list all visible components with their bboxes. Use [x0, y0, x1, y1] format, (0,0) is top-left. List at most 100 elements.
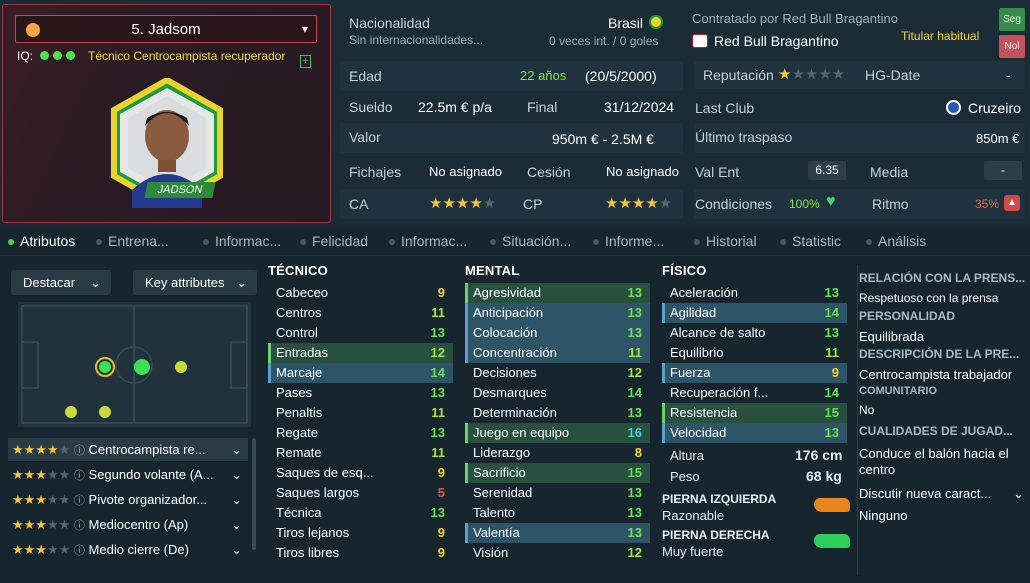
attr-row[interactable]: Equilibrio 11 [662, 343, 847, 363]
transfer-label: Fichajes [349, 164, 402, 180]
attr-name: Agilidad [670, 305, 717, 320]
attr-row[interactable]: Fuerza 9 [662, 363, 847, 383]
last-club-value[interactable]: Cruzeiro [968, 100, 1021, 116]
attr-value: 9 [831, 365, 839, 380]
tab-atributos[interactable]: Atributos [8, 233, 75, 249]
attr-row[interactable]: Anticipación 13 [465, 303, 650, 323]
attr-value: 13 [824, 425, 839, 440]
attr-row[interactable]: Alcance de salto 13 [662, 323, 847, 343]
attr-name: Colocación [473, 325, 538, 340]
tab-informacion-2[interactable]: Informac... [389, 233, 467, 249]
tab-label: Informac... [215, 233, 282, 249]
tab-analisis[interactable]: Análisis [866, 233, 926, 249]
attr-row[interactable]: Entradas 12 [268, 343, 453, 363]
attr-row[interactable]: Agresividad 13 [465, 283, 650, 303]
attr-row[interactable]: Tiros lejanos 9 [268, 523, 453, 543]
tab-historial[interactable]: Historial [694, 233, 757, 249]
wage-value: 22.5m € p/a [418, 99, 492, 115]
value-label: Valor [349, 129, 381, 145]
attr-row[interactable]: Determinación 13 [465, 403, 650, 423]
attr-name: Liderazgo [473, 445, 531, 460]
technical-title: TÉCNICO [268, 263, 328, 278]
club-name[interactable]: Red Bull Bragantino [714, 33, 839, 49]
attr-row[interactable]: Penaltis 11 [268, 403, 453, 423]
attr-row[interactable]: Marcaje 14 [268, 363, 453, 383]
chevron-down-icon: ⌄ [231, 517, 242, 532]
attr-row[interactable]: Pases 13 [268, 383, 453, 403]
key-attributes-dropdown[interactable]: Key attributes ⌄ [133, 270, 257, 295]
attr-row[interactable]: Juego en equipo 16 [465, 423, 650, 443]
roles-scrollbar[interactable] [252, 438, 256, 550]
media-value: - [984, 161, 1022, 180]
chevron-down-icon: ⌄ [231, 467, 242, 482]
seg-button[interactable]: Seg [999, 8, 1025, 31]
tab-statistic[interactable]: Statistic [780, 233, 841, 249]
attr-name: Serenidad [473, 485, 533, 500]
attr-name: Cabeceo [276, 285, 329, 300]
role-row[interactable]: ★★★★★ ⓘ Pivote organizador... ⌄ [8, 488, 248, 511]
add-icon[interactable]: + [300, 55, 311, 68]
attr-value: 13 [430, 425, 445, 440]
nol-button[interactable]: Nol [999, 35, 1025, 58]
attr-name: Técnica [276, 505, 322, 520]
attr-row[interactable]: Concentración 11 [465, 343, 650, 363]
discuss-trait-dropdown[interactable]: Discutir nueva caract... ⌄ [859, 486, 1024, 501]
role-row[interactable]: ★★★★★ ⓘ Centrocampista re... ⌄ [8, 438, 248, 461]
attr-row[interactable]: Resistencia 15 [662, 403, 847, 423]
attr-name: Marcaje [276, 365, 323, 380]
attr-row[interactable]: Talento 13 [465, 503, 650, 523]
attr-row[interactable]: Velocidad 13 [662, 423, 847, 443]
tab-informe[interactable]: Informe... [593, 233, 664, 249]
loan-label: Cesión [527, 164, 571, 180]
attr-row[interactable]: Saques largos 5 [268, 483, 453, 503]
attr-row[interactable]: Aceleración 13 [662, 283, 847, 303]
physical-attributes: FÍSICO Aceleración 13 Agilidad 14 Alcance … [662, 263, 847, 443]
description-heading: DESCRIPCIÓN DE LA PRE... [859, 347, 1020, 361]
attr-row[interactable]: Colocación 13 [465, 323, 650, 343]
attr-name: Regate [276, 425, 318, 440]
player-name-selector[interactable]: 5. Jadsom ▾ [15, 15, 317, 43]
attr-row[interactable]: Decisiones 12 [465, 363, 650, 383]
cruzeiro-crest-icon [946, 100, 961, 115]
attr-value: 9 [437, 285, 445, 300]
last-club-label: Last Club [695, 100, 755, 116]
attr-row[interactable]: Liderazgo 8 [465, 443, 650, 463]
technical-attributes: TÉCNICO Cabeceo 9 Centros 11 Control 13 Ent… [268, 263, 453, 563]
role-row[interactable]: ★★★★★ ⓘ Mediocentro (Ap) ⌄ [8, 513, 248, 536]
attr-row[interactable]: Valentía 13 [465, 523, 650, 543]
end-value: 31/12/2024 [604, 99, 675, 115]
condition-row: Condiciones 100% ♥ Ritmo 35% ▲ [694, 189, 1025, 219]
attr-row[interactable]: Tiros libres 9 [268, 543, 453, 563]
value-row: Valor 950m € - 2.5M € [340, 123, 683, 153]
role-row[interactable]: ★★★★★ ⓘ Segundo volante (A... ⌄ [8, 463, 248, 486]
attr-row[interactable]: Técnica 13 [268, 503, 453, 523]
tab-entrenamiento[interactable]: Entrena... [96, 233, 169, 249]
tab-felicidad[interactable]: Felicidad [300, 233, 368, 249]
tab-informacion[interactable]: Informac... [203, 233, 281, 249]
attr-row[interactable]: Regate 13 [268, 423, 453, 443]
attr-row[interactable]: Agilidad 14 [662, 303, 847, 323]
attr-name: Alcance de salto [670, 325, 766, 340]
personality-value: Equilibrada [859, 329, 925, 344]
attr-row[interactable]: Sacrificio 15 [465, 463, 650, 483]
right-boot-icon [814, 534, 850, 548]
highlight-dropdown[interactable]: Destacar ⌄ [11, 270, 111, 295]
tab-situacion[interactable]: Situación... [490, 233, 571, 249]
attr-row[interactable]: Serenidad 13 [465, 483, 650, 503]
role-row[interactable]: ★★★★★ ⓘ Medio cierre (De) ⌄ [8, 538, 248, 561]
attr-row[interactable]: Recuperación f... 14 [662, 383, 847, 403]
attr-row[interactable]: Remate 11 [268, 443, 453, 463]
attr-row[interactable]: Cabeceo 9 [268, 283, 453, 303]
attr-name: Talento [473, 505, 515, 520]
last-transfer-row: Último traspaso 850m € [694, 123, 1025, 153]
weight-label: Peso [670, 469, 700, 484]
mental-title: MENTAL [465, 263, 520, 278]
fitness-warning-icon: ▲ [1004, 195, 1020, 211]
attr-name: Remate [276, 445, 322, 460]
attr-row[interactable]: Control 13 [268, 323, 453, 343]
chevron-down-icon: ⌄ [231, 542, 242, 557]
attr-row[interactable]: Desmarques 14 [465, 383, 650, 403]
attr-row[interactable]: Centros 11 [268, 303, 453, 323]
attr-row[interactable]: Saques de esq... 9 [268, 463, 453, 483]
attr-row[interactable]: Visión 12 [465, 543, 650, 563]
